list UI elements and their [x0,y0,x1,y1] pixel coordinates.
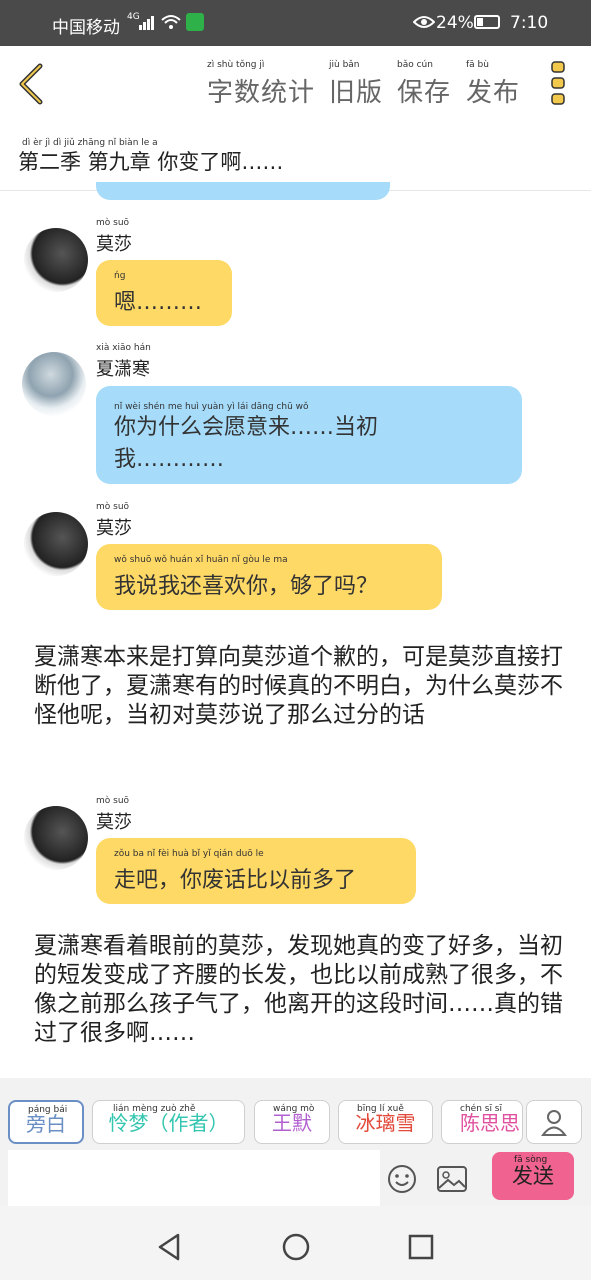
save-pinyin: bǎo cún [397,60,433,70]
old-version-pinyin: jiù bǎn [329,60,360,70]
back-chevron-icon[interactable] [16,62,46,106]
role-chip-author[interactable]: lián mèng zuò zhě 怜梦（作者） [92,1100,245,1144]
publish-button[interactable]: fā bù 发布 [466,60,521,109]
battery-icon [474,15,500,29]
avatar[interactable] [24,806,88,870]
speaker-name: mò suō 莫莎 [96,218,132,256]
nav-back-icon[interactable] [156,1232,182,1262]
speaker-name-pinyin: xià xiāo hán [96,343,151,353]
message-pinyin: ńg [114,271,126,281]
battery-percent: 24% [436,13,474,33]
nav-recent-icon[interactable] [408,1234,434,1260]
role-chip-pinyin: bīng lí xuě [357,1104,404,1114]
message-bubble[interactable]: ńg 嗯……… [96,260,232,326]
old-version-label: 旧版 [329,78,384,108]
speaker-name-text: 莫莎 [96,234,132,255]
role-chip-pinyin: chén sī sī [460,1104,502,1114]
send-pinyin: fā sòng [514,1155,548,1165]
avatar[interactable] [22,352,86,416]
speaker-name: xià xiāo hán 夏潇寒 [96,343,151,381]
speaker-name: mò suō 莫莎 [96,502,132,540]
role-chip-pinyin: wáng mò [273,1104,315,1114]
signal-icon [139,16,154,30]
image-icon[interactable] [436,1165,468,1193]
message-bubble[interactable]: zǒu ba nǐ fèi huà bǐ yǐ qián duō le 走吧，你… [96,838,416,904]
emoji-icon[interactable] [386,1163,418,1195]
speaker-name-pinyin: mò suō [96,796,130,806]
publish-label: 发布 [466,78,521,108]
role-chip-binglixue[interactable]: bīng lí xuě 冰璃雪 [338,1100,433,1144]
speaker-name-text: 莫莎 [96,812,132,833]
previous-bubble-fragment [96,182,390,200]
nav-home-icon[interactable] [281,1232,311,1262]
role-chip-wangmo[interactable]: wáng mò 王默 [254,1100,330,1144]
message-pinyin: nǐ wèi shén me huì yuàn yì lái dāng chū … [114,402,309,412]
status-bar: 中国移动 4G 24% 7:10 [0,0,591,46]
narration-paragraph[interactable]: 夏潇寒本来是打算向莫莎道个歉的，可是莫莎直接打断他了，夏潇寒有的时候真的不明白，… [34,643,564,730]
message-input[interactable] [8,1150,380,1208]
message-text: 走吧，你废话比以前多了 [114,868,357,893]
chapter-title[interactable]: 第二季 第九章 你变了啊…… [18,146,283,176]
save-button[interactable]: bǎo cún 保存 [397,60,452,109]
app-notification-icon [186,13,204,31]
speaker-name-text: 莫莎 [96,518,132,539]
message-text: 嗯……… [114,290,203,315]
eye-icon [413,16,435,28]
old-version-button[interactable]: jiù bǎn 旧版 [329,60,384,109]
word-count-pinyin: zì shù tǒng jì [207,60,265,70]
speaker-name-pinyin: mò suō [96,502,130,512]
message-text: 我说我还喜欢你，够了吗？ [114,574,379,599]
narration-paragraph[interactable]: 夏潇寒看着眼前的莫莎，发现她真的变了好多，当初的短发变成了齐腰的长发，也比以前成… [34,932,564,1048]
message-text: 你为什么会愿意来……当初我………… [114,415,379,472]
clock: 7:10 [510,13,549,33]
word-count-label: 字数统计 [207,78,316,108]
carrier-label: 中国移动 [52,18,120,38]
message-bubble[interactable]: nǐ wèi shén me huì yuàn yì lái dāng chū … [96,386,522,484]
message-pinyin: zǒu ba nǐ fèi huà bǐ yǐ qián duō le [114,849,264,859]
role-chip-pinyin: páng bái [28,1105,68,1115]
role-chip-chensisi[interactable]: chén sī sī 陈思思 [441,1100,523,1144]
avatar[interactable] [24,228,88,292]
send-button[interactable]: fā sòng 发送 [492,1152,574,1200]
save-label: 保存 [397,78,452,108]
avatar[interactable] [24,512,88,576]
role-chip-narrator[interactable]: páng bái 旁白 [8,1100,84,1144]
wifi-icon [161,15,181,29]
message-pinyin: wǒ shuō wǒ huán xǐ huān nǐ gòu le ma [114,555,288,565]
speaker-name: mò suō 莫莎 [96,796,132,834]
speaker-name-text: 夏潇寒 [96,359,150,380]
role-chip-pinyin: lián mèng zuò zhě [113,1104,196,1114]
speaker-name-pinyin: mò suō [96,218,130,228]
user-icon [541,1110,567,1136]
message-bubble[interactable]: wǒ shuō wǒ huán xǐ huān nǐ gòu le ma 我说我… [96,544,442,610]
publish-pinyin: fā bù [466,60,489,70]
word-count-button[interactable]: zì shù tǒng jì 字数统计 [207,60,316,109]
more-menu-icon[interactable] [550,60,568,106]
